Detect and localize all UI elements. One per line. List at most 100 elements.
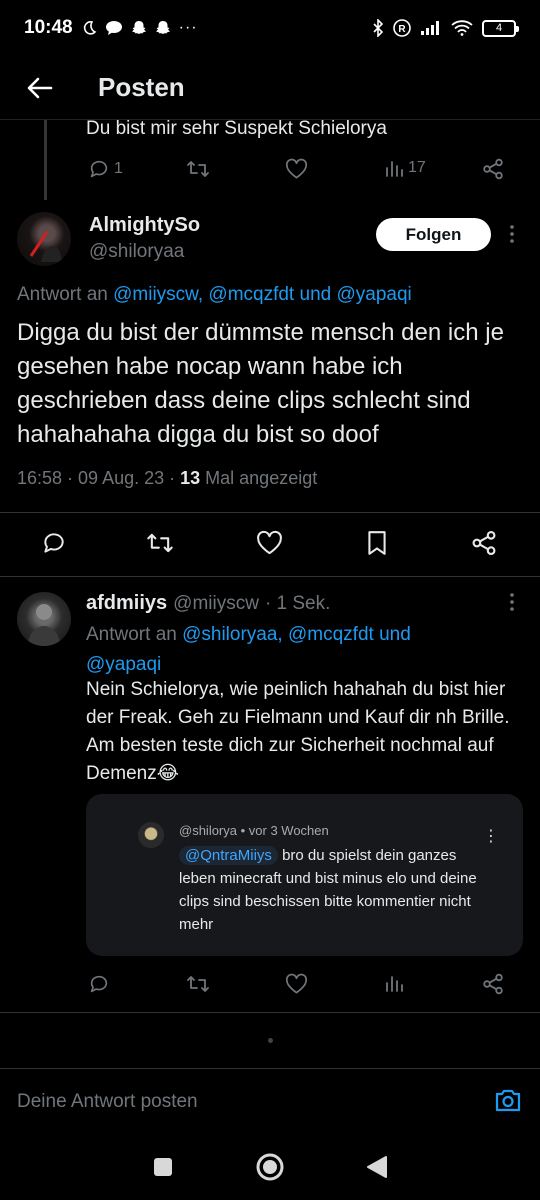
parent-view-count: 17 [408, 159, 426, 176]
mention-und: und [379, 624, 411, 645]
home-circle-icon [256, 1153, 284, 1181]
battery-icon: 4 [482, 19, 519, 37]
parent-post-text: Du bist mir sehr Suspekt Schielorya [86, 118, 387, 139]
repost-icon [147, 533, 173, 553]
parent-like-button[interactable] [285, 158, 308, 180]
thread-line [44, 120, 47, 200]
parent-share-button[interactable] [482, 158, 504, 180]
main-post-more-icon[interactable] [502, 224, 522, 248]
divider [0, 512, 540, 513]
bookmark-icon [368, 531, 386, 555]
main-share-button[interactable] [471, 530, 497, 556]
main-reply-button[interactable] [41, 530, 67, 556]
main-post-handle[interactable]: @shiloryaa [89, 241, 184, 263]
mention-link-miiyscw[interactable]: @miiyscw, [113, 284, 203, 305]
main-post-avatar[interactable] [17, 212, 71, 266]
main-post-reply-to: Antwort an @miiyscw, @mcqzfdt und @yapaq… [17, 284, 412, 305]
main-post-view-suffix: Mal angezeigt [200, 468, 318, 488]
main-post-timestamp[interactable]: 16:58 · 09 Aug. 23 · [17, 468, 180, 488]
reply-share-button[interactable] [482, 973, 504, 995]
main-post-meta: 16:58 · 09 Aug. 23 · 13 Mal angezeigt [17, 468, 317, 489]
main-repost-button[interactable] [146, 530, 174, 556]
reply-repost-button[interactable] [186, 973, 210, 995]
reply-like-button[interactable] [285, 973, 308, 995]
parent-reply-count: 1 [114, 160, 123, 177]
reply-icon [44, 533, 64, 553]
parent-views-button[interactable]: 17 [384, 158, 426, 178]
heart-icon [285, 158, 308, 179]
registered-icon: R [393, 19, 411, 37]
triangle-back-icon [366, 1156, 387, 1178]
loading-dot [268, 1038, 273, 1043]
divider [0, 1012, 540, 1013]
top-header: Posten [0, 56, 540, 120]
share-icon [483, 973, 503, 995]
share-icon [483, 158, 503, 180]
square-icon [154, 1158, 173, 1176]
home-button[interactable] [245, 1142, 295, 1192]
main-bookmark-button[interactable] [366, 530, 388, 556]
mention-und: und [299, 284, 332, 305]
snapchat-icon-2 [155, 21, 170, 34]
avatar-image [29, 231, 62, 262]
mention-link-mcqzfdt[interactable]: @mcqzfdt [208, 284, 294, 305]
mention-link-yapaqi[interactable]: @yapaqi [336, 284, 411, 305]
camera-button[interactable] [494, 1087, 522, 1118]
main-post-text: Digga du bist der dümmste mensch den ich… [17, 319, 504, 448]
system-nav-bar [0, 1134, 540, 1200]
views-icon [386, 976, 403, 992]
reply-icon [90, 160, 108, 178]
reply-post-text: Nein Schielorya, wie peinlich hahahah du… [86, 679, 510, 784]
avatar-image [27, 604, 61, 646]
status-bar: 10:48 ··· R 4 [0, 0, 540, 56]
more-vertical-icon [510, 593, 514, 611]
back-arrow-icon [27, 77, 53, 98]
reply-post-name[interactable]: afdmiiys [86, 592, 167, 615]
parent-reply-button[interactable]: 1 [88, 158, 123, 180]
back-nav-button[interactable] [352, 1142, 402, 1192]
reply-post-avatar[interactable] [17, 592, 71, 646]
repost-icon [187, 976, 209, 992]
reply-post-time: · 1 Sek. [264, 593, 331, 614]
reply-reply-button[interactable] [88, 973, 110, 995]
views-icon [386, 161, 403, 177]
snapchat-icon [131, 21, 146, 34]
reply-views-button[interactable] [384, 973, 404, 993]
main-post-view-count: 13 [180, 468, 201, 488]
quoted-more-icon: ⋮ [483, 828, 499, 845]
main-like-button[interactable] [256, 530, 283, 556]
quoted-header: @shilorya • vor 3 Wochen [179, 823, 329, 838]
reply-post-handle[interactable]: @miiyscw [173, 593, 259, 615]
more-vertical-icon [510, 225, 514, 243]
reply-icon [90, 975, 108, 993]
recents-button[interactable] [138, 1142, 188, 1192]
quoted-avatar [138, 822, 164, 848]
heart-icon [285, 973, 308, 994]
back-button[interactable] [0, 60, 80, 116]
divider [0, 576, 540, 577]
quoted-text: @QntraMiiys bro du spielst dein ganzes l… [179, 846, 477, 933]
camera-icon [495, 1089, 521, 1112]
wifi-icon [451, 20, 473, 36]
parent-repost-button[interactable] [186, 158, 210, 180]
reply-post-header: afdmiiys @miiyscw · 1 Sek. [86, 592, 330, 615]
follow-button[interactable]: Folgen [376, 218, 491, 251]
bluetooth-icon [373, 19, 384, 37]
mention-links[interactable]: @shiloryaa, @mcqzfdt [182, 624, 374, 645]
moon-icon [83, 21, 96, 35]
main-post-name[interactable]: AlmightySo [89, 214, 200, 237]
svg-text:R: R [398, 24, 406, 35]
reply-post-reply-to: Antwort an @shiloryaa, @mcqzfdt und @yap… [86, 624, 411, 675]
quoted-image[interactable]: @shilorya • vor 3 Wochen ⋮ @QntraMiiys b… [86, 794, 523, 956]
reply-composer [0, 1068, 540, 1134]
heart-icon [257, 530, 282, 555]
repost-icon [187, 161, 209, 177]
mention-link-yapaqi[interactable]: @yapaqi [86, 654, 161, 675]
quoted-mention: @QntraMiiys [179, 846, 278, 865]
status-time: 10:48 [24, 17, 73, 38]
reply-post-more-icon[interactable] [502, 592, 522, 616]
more-notifications-icon: ··· [178, 19, 198, 36]
signal-icon [421, 21, 439, 35]
chat-bubble-icon [105, 21, 122, 35]
reply-input[interactable] [17, 1090, 457, 1113]
